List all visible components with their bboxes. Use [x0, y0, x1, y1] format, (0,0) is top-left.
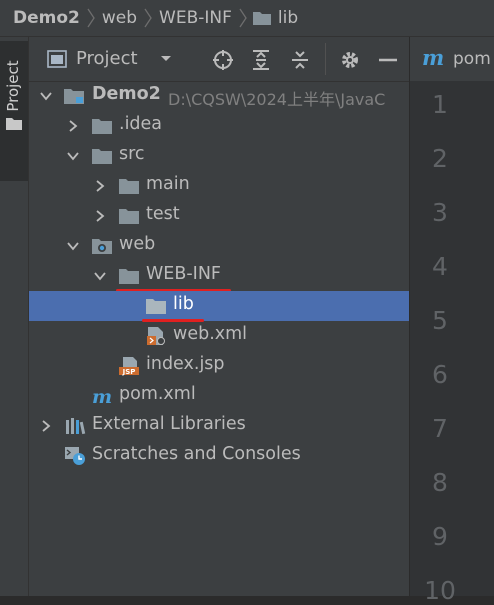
chevron-down-icon[interactable] [39, 89, 53, 103]
folder-icon [92, 149, 112, 164]
tree-item-path: D:\CQSW\2024上半年\JavaC [168, 90, 386, 109]
tree-item-web-xml[interactable]: web.xml [29, 321, 409, 351]
chevron-right-icon[interactable] [66, 119, 80, 133]
breadcrumb-item-demo2[interactable]: Demo2 [0, 8, 86, 28]
tree-item-web[interactable]: web [29, 231, 409, 261]
line-number: 8 [432, 468, 448, 497]
line-number: 5 [432, 306, 448, 335]
scratches-icon [65, 447, 85, 465]
editor-tab-pom[interactable]: m pom [410, 37, 494, 82]
libraries-icon [66, 418, 86, 435]
tree-item-label: index.jsp [146, 354, 225, 374]
maven-file-icon: m [92, 386, 112, 406]
maven-file-icon: m [422, 45, 445, 70]
expand-all-icon[interactable] [249, 48, 273, 72]
line-number: 1 [432, 90, 448, 119]
project-panel: Project Demo2 D:\CQSW\2024上半年\JavaC .ide… [29, 37, 409, 596]
folder-icon [146, 299, 166, 314]
project-tool-tab-label: Project [4, 60, 22, 112]
tree-item-label: .idea [119, 114, 163, 134]
web-folder-icon [92, 239, 112, 254]
tree-item-label: Scratches and Consoles [92, 444, 301, 464]
tree-item-label: web [119, 234, 156, 254]
tree-item-main[interactable]: main [29, 171, 409, 201]
tree-item-label: src [119, 144, 145, 164]
chevron-right-icon[interactable] [93, 179, 107, 193]
module-folder-icon [64, 89, 84, 104]
jsp-file-icon: JSP [119, 357, 139, 376]
folder-icon [252, 12, 271, 25]
line-number: 3 [432, 198, 448, 227]
chevron-down-icon[interactable] [93, 269, 107, 283]
line-number: 7 [432, 414, 448, 443]
tree-item-lib[interactable]: lib [29, 291, 409, 322]
tree-item-external-libraries[interactable]: External Libraries [29, 411, 409, 441]
tree-item-label: main [146, 174, 190, 194]
line-number: 2 [432, 144, 448, 173]
line-number: 9 [432, 522, 448, 551]
line-number: 6 [432, 360, 448, 389]
tree-item-label: lib [173, 294, 194, 314]
chevron-down-icon[interactable] [159, 51, 173, 65]
line-number-gutter: 1 2 3 4 5 6 7 8 9 10 [410, 81, 494, 605]
folder-icon [119, 209, 139, 224]
tree-item-label: WEB-INF [146, 264, 221, 284]
tree-item-test[interactable]: test [29, 201, 409, 231]
tree-item-demo2[interactable]: Demo2 D:\CQSW\2024上半年\JavaC [29, 81, 409, 111]
project-view-icon [47, 50, 67, 68]
chevron-right-icon [144, 8, 152, 28]
tree-item-label: pom.xml [119, 384, 196, 404]
chevron-down-icon[interactable] [66, 149, 80, 163]
folder-icon [119, 269, 139, 284]
chevron-right-icon [87, 8, 95, 28]
project-view-selector[interactable]: Project [76, 48, 138, 69]
breadcrumb-item-web[interactable]: web [96, 8, 143, 28]
breadcrumb-item-web-inf[interactable]: WEB-INF [153, 8, 238, 28]
folder-icon [6, 118, 22, 130]
toolbar-separator [325, 43, 326, 75]
chevron-right-icon [239, 8, 247, 28]
svg-text:JSP: JSP [122, 368, 136, 376]
tree-item-label: test [146, 204, 180, 224]
line-number: 10 [424, 576, 456, 605]
svg-text:m: m [92, 386, 112, 406]
tool-window-strip: Project [0, 37, 29, 596]
gear-icon[interactable] [338, 48, 362, 72]
xml-file-icon [147, 327, 165, 345]
tree-item-idea[interactable]: .idea [29, 111, 409, 141]
tree-item-scratches[interactable]: Scratches and Consoles [29, 441, 409, 471]
tree-item-web-inf[interactable]: WEB-INF [29, 261, 409, 292]
folder-icon [92, 119, 112, 134]
tree-item-label: Demo2 [92, 84, 161, 104]
tree-item-pom-xml[interactable]: m pom.xml [29, 381, 409, 411]
tree-item-src[interactable]: src [29, 141, 409, 171]
project-tool-tab[interactable]: Project [0, 41, 28, 181]
tree-item-index-jsp[interactable]: JSP index.jsp [29, 351, 409, 381]
tree-item-label: web.xml [173, 324, 248, 344]
tree-item-label: External Libraries [92, 414, 246, 434]
editor-area: m pom 1 2 3 4 5 6 7 8 9 10 [410, 37, 494, 605]
chevron-down-icon[interactable] [66, 239, 80, 253]
breadcrumb: Demo2 web WEB-INF lib [0, 0, 494, 37]
editor-tab-label: pom [453, 49, 491, 69]
collapse-all-icon[interactable] [288, 48, 312, 72]
minimize-icon[interactable] [376, 48, 400, 72]
chevron-right-icon[interactable] [39, 419, 53, 433]
project-panel-header: Project [29, 37, 409, 82]
breadcrumb-item-lib[interactable]: lib [272, 8, 304, 28]
line-number: 4 [432, 252, 448, 281]
locate-icon[interactable] [211, 48, 235, 72]
chevron-right-icon[interactable] [93, 209, 107, 223]
folder-icon [119, 179, 139, 194]
